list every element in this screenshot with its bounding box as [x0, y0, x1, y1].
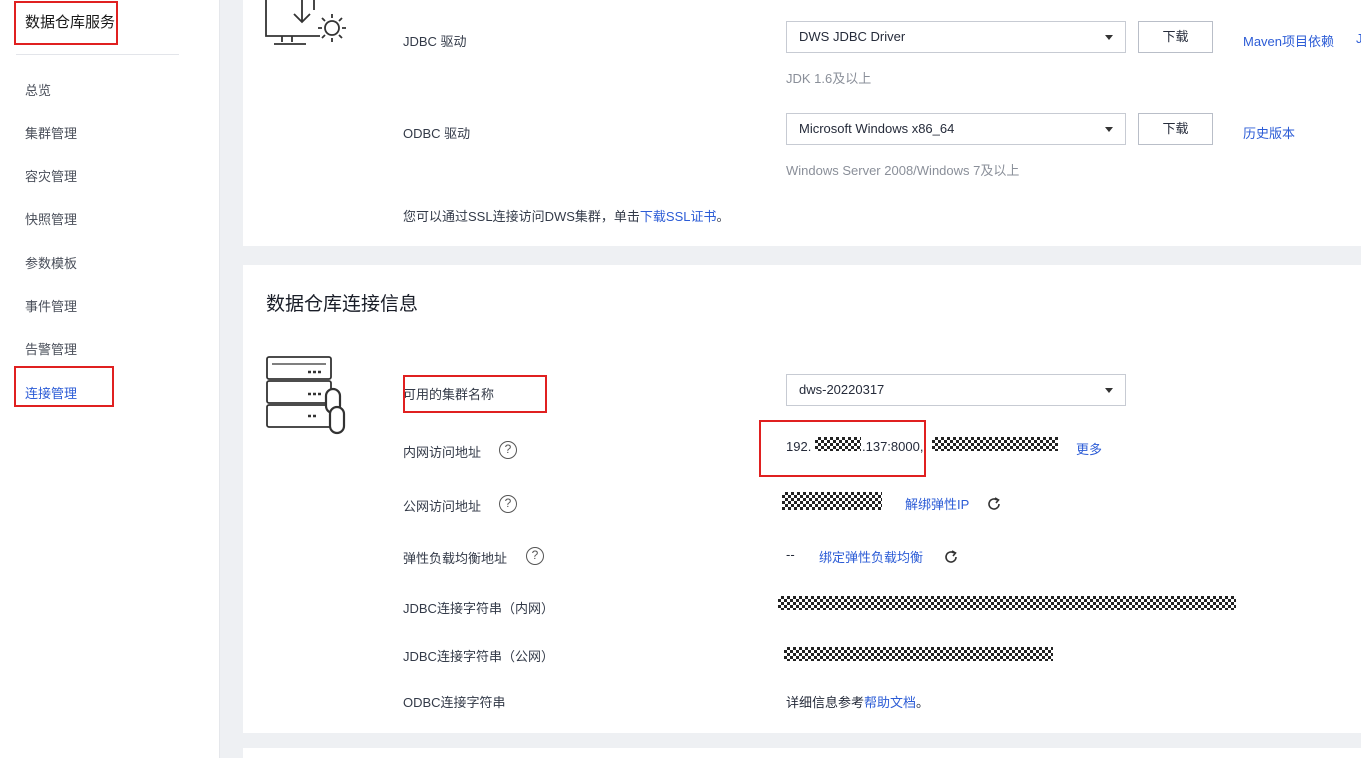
refresh-icon[interactable]	[943, 549, 959, 565]
cut-off-link[interactable]: J	[1356, 31, 1361, 46]
active-indicator	[14, 378, 16, 404]
odbc-string-end: 。	[916, 695, 930, 710]
ssl-hint-text: 您可以通过SSL连接访问DWS集群，单击	[403, 209, 640, 224]
download-monitor-gear-icon	[265, 0, 346, 45]
help-icon[interactable]: ?	[526, 547, 544, 565]
sidebar: 数据仓库服务 总览 集群管理 容灾管理 快照管理 参数模板 事件管理 告警管理 …	[0, 0, 220, 758]
sidebar-item-alarms[interactable]: 告警管理	[25, 339, 77, 358]
odbc-download-button[interactable]: 下载	[1138, 113, 1213, 145]
help-doc-link[interactable]: 帮助文档	[864, 695, 916, 710]
jdbc-driver-select-value: DWS JDBC Driver	[799, 29, 906, 44]
bind-elb-link[interactable]: 绑定弹性负载均衡	[819, 547, 923, 566]
chevron-down-icon	[1105, 35, 1113, 40]
server-link-icon	[266, 356, 346, 435]
sidebar-item-connections[interactable]: 连接管理	[25, 383, 77, 402]
private-address-suffix: .137:8000,	[862, 439, 924, 454]
jdbc-private-label: JDBC连接字符串（内网）	[403, 601, 554, 616]
more-addresses-link[interactable]: 更多	[1076, 439, 1102, 458]
sidebar-item-parameter-templates[interactable]: 参数模板	[25, 253, 77, 272]
cluster-name-label: 可用的集群名称	[403, 387, 495, 402]
odbc-driver-label: ODBC 驱动	[403, 126, 471, 141]
masked-jdbc-public-string	[784, 647, 1053, 661]
ssl-hint: 您可以通过SSL连接访问DWS集群，单击下载SSL证书。	[403, 206, 730, 225]
sidebar-item-snapshots[interactable]: 快照管理	[25, 209, 77, 228]
help-icon[interactable]: ?	[499, 441, 517, 459]
odbc-requirement-note: Windows Server 2008/Windows 7及以上	[786, 163, 1020, 178]
sidebar-divider	[16, 54, 179, 55]
masked-address	[932, 437, 1058, 451]
cluster-select[interactable]: dws-20220317	[786, 374, 1126, 406]
odbc-driver-select[interactable]: Microsoft Windows x86_64	[786, 113, 1126, 145]
odbc-driver-select-value: Microsoft Windows x86_64	[799, 121, 955, 136]
elb-address-label: 弹性负载均衡地址	[403, 551, 508, 566]
next-panel	[243, 748, 1361, 758]
sidebar-item-events[interactable]: 事件管理	[25, 296, 77, 315]
elb-address-value: --	[786, 547, 795, 562]
chevron-down-icon	[1105, 127, 1113, 132]
odbc-string-text: 详细信息参考	[786, 695, 865, 710]
ssl-hint-end: 。	[716, 209, 730, 224]
sidebar-item-overview[interactable]: 总览	[25, 80, 51, 99]
refresh-icon[interactable]	[986, 496, 1002, 512]
masked-jdbc-private-string	[778, 596, 1236, 610]
chevron-down-icon	[1105, 388, 1113, 393]
cluster-select-value: dws-20220317	[799, 382, 885, 397]
jdbc-driver-select[interactable]: DWS JDBC Driver	[786, 21, 1126, 53]
public-address-label: 公网访问地址	[403, 499, 482, 514]
odbc-string-label: ODBC连接字符串	[403, 695, 506, 710]
download-ssl-cert-link[interactable]: 下载SSL证书	[640, 209, 717, 224]
sidebar-title: 数据仓库服务	[25, 14, 116, 31]
unbind-eip-link[interactable]: 解绑弹性IP	[905, 494, 969, 513]
jdbc-requirement-note: JDK 1.6及以上	[786, 71, 872, 86]
history-versions-link[interactable]: 历史版本	[1243, 123, 1295, 142]
sidebar-item-clusters[interactable]: 集群管理	[25, 123, 77, 142]
section-title: 数据仓库连接信息	[266, 294, 419, 315]
odbc-string-value: 详细信息参考帮助文档。	[786, 692, 929, 711]
private-address-prefix: 192.	[786, 439, 812, 454]
help-icon[interactable]: ?	[499, 495, 517, 513]
maven-dependency-link[interactable]: Maven项目依赖	[1243, 31, 1334, 50]
private-address-label: 内网访问地址	[403, 445, 482, 460]
jdbc-driver-label: JDBC 驱动	[403, 34, 467, 49]
masked-public-address	[782, 492, 882, 510]
sidebar-item-disaster-recovery[interactable]: 容灾管理	[25, 166, 77, 185]
jdbc-download-button[interactable]: 下载	[1138, 21, 1213, 53]
masked-ip-segment	[815, 437, 861, 451]
jdbc-public-label: JDBC连接字符串（公网）	[403, 649, 554, 664]
